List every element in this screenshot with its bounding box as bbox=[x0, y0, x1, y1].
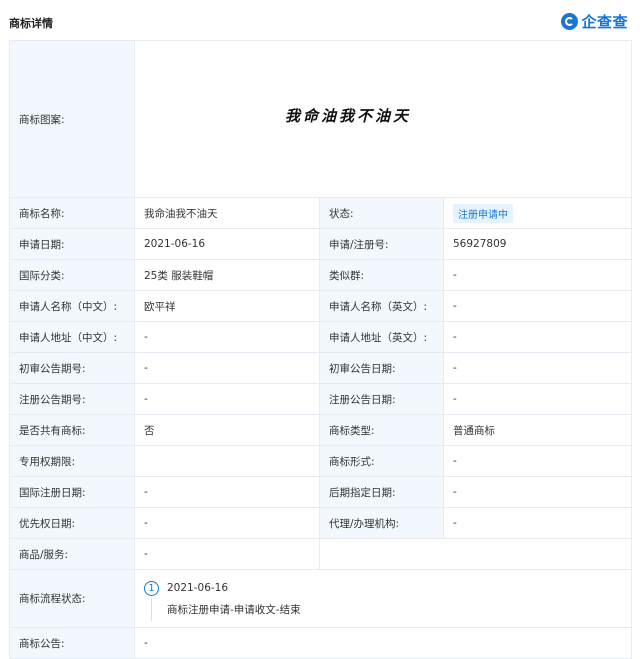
prelim-no-label: 初审公告期号: bbox=[9, 352, 135, 384]
table-row: 优先权日期: - 代理/办理机构: - bbox=[9, 507, 633, 539]
name-value: 我命油我不油天 bbox=[134, 197, 320, 229]
flow-timeline: 1 2021-06-16 商标注册申请-申请收文-结束 bbox=[133, 569, 633, 628]
applicant-en-value: - bbox=[442, 290, 633, 322]
table-row: 商品/服务: - bbox=[9, 538, 633, 570]
page-header: 商标详情 企查查 bbox=[0, 0, 640, 38]
shared-label: 是否共有商标: bbox=[9, 414, 135, 446]
priority-value: - bbox=[134, 507, 320, 539]
regno-label: 申请/注册号: bbox=[319, 228, 444, 260]
table-row: 申请人地址（中文）: - 申请人地址（英文）: - bbox=[9, 321, 633, 353]
table-row: 商标公告: - bbox=[9, 627, 633, 659]
table-row: 商标流程状态: 1 2021-06-16 商标注册申请-申请收文-结束 bbox=[9, 569, 633, 628]
reg-no-value: - bbox=[134, 383, 320, 415]
flow-description: 商标注册申请-申请收文-结束 bbox=[151, 598, 622, 621]
addr-cn-value: - bbox=[134, 321, 320, 353]
priority-label: 优先权日期: bbox=[9, 507, 135, 539]
similar-label: 类似群: bbox=[319, 259, 444, 291]
date-label: 申请日期: bbox=[9, 228, 135, 260]
qichacha-icon bbox=[561, 13, 579, 30]
table-row: 申请日期: 2021-06-16 申请/注册号: 56927809 bbox=[9, 228, 633, 260]
addr-en-label: 申请人地址（英文）: bbox=[319, 321, 444, 353]
similar-value: - bbox=[442, 259, 633, 291]
reg-date-value: - bbox=[442, 383, 633, 415]
shared-value: 否 bbox=[134, 414, 320, 446]
intl-date-label: 国际注册日期: bbox=[9, 476, 135, 508]
regno-value: 56927809 bbox=[442, 228, 633, 260]
period-value bbox=[134, 445, 320, 477]
empty-cell bbox=[318, 538, 633, 570]
addr-en-value: - bbox=[442, 321, 633, 353]
class-value: 25类 服装鞋帽 bbox=[134, 259, 320, 291]
table-row: 初审公告期号: - 初审公告日期: - bbox=[9, 352, 633, 384]
table-row: 商标名称: 我命油我不油天 状态: 注册申请中 bbox=[9, 197, 633, 229]
form-value: - bbox=[442, 445, 633, 477]
table-row: 注册公告期号: - 注册公告日期: - bbox=[9, 383, 633, 415]
trademark-image-cell: 我命油我不油天 bbox=[133, 40, 633, 198]
applicant-en-label: 申请人名称（英文）: bbox=[319, 290, 444, 322]
addr-cn-label: 申请人地址（中文）: bbox=[9, 321, 135, 353]
flow-label: 商标流程状态: bbox=[9, 569, 135, 628]
later-date-label: 后期指定日期: bbox=[319, 476, 444, 508]
prelim-no-value: - bbox=[134, 352, 320, 384]
type-value: 普通商标 bbox=[442, 414, 633, 446]
table-row: 商标图案: 我命油我不油天 bbox=[9, 40, 633, 198]
later-date-value: - bbox=[442, 476, 633, 508]
agent-value: - bbox=[442, 507, 633, 539]
reg-no-label: 注册公告期号: bbox=[9, 383, 135, 415]
status-cell: 注册申请中 bbox=[442, 197, 633, 229]
table-row: 是否共有商标: 否 商标类型: 普通商标 bbox=[9, 414, 633, 446]
brand-name: 企查查 bbox=[581, 13, 628, 31]
table-row: 申请人名称（中文）: 欧平祥 申请人名称（英文）: - bbox=[9, 290, 633, 322]
type-label: 商标类型: bbox=[319, 414, 444, 446]
goods-value: - bbox=[134, 538, 320, 570]
table-row: 国际注册日期: - 后期指定日期: - bbox=[9, 476, 633, 508]
table-row: 国际分类: 25类 服装鞋帽 类似群: - bbox=[9, 259, 633, 291]
flow-step: 1 2021-06-16 bbox=[144, 580, 622, 596]
status-label: 状态: bbox=[319, 197, 444, 229]
form-label: 商标形式: bbox=[319, 445, 444, 477]
trademark-image: 我命油我不油天 bbox=[285, 106, 412, 125]
status-badge: 注册申请中 bbox=[453, 203, 513, 223]
step-number-icon: 1 bbox=[144, 580, 159, 596]
prelim-date-label: 初审公告日期: bbox=[319, 352, 444, 384]
trademark-detail-table: 商标图案: 我命油我不油天 商标名称: 我命油我不油天 状态: 注册申请中 申请… bbox=[9, 40, 633, 659]
name-label: 商标名称: bbox=[9, 197, 135, 229]
goods-label: 商品/服务: bbox=[9, 538, 135, 570]
applicant-cn-value: 欧平祥 bbox=[134, 290, 320, 322]
date-value: 2021-06-16 bbox=[134, 228, 320, 260]
page-title: 商标详情 bbox=[9, 17, 53, 30]
intl-date-value: - bbox=[134, 476, 320, 508]
class-label: 国际分类: bbox=[9, 259, 135, 291]
logo-label: 商标图案: bbox=[9, 40, 135, 198]
flow-date: 2021-06-16 bbox=[167, 582, 229, 594]
agent-label: 代理/办理机构: bbox=[319, 507, 444, 539]
table-row: 专用权期限: 商标形式: - bbox=[9, 445, 633, 477]
period-label: 专用权期限: bbox=[9, 445, 135, 477]
applicant-cn-label: 申请人名称（中文）: bbox=[9, 290, 135, 322]
brand-logo[interactable]: 企查查 bbox=[561, 11, 628, 32]
reg-date-label: 注册公告日期: bbox=[319, 383, 444, 415]
prelim-date-value: - bbox=[442, 352, 633, 384]
notice-label: 商标公告: bbox=[9, 627, 135, 659]
notice-value: - bbox=[133, 627, 633, 659]
